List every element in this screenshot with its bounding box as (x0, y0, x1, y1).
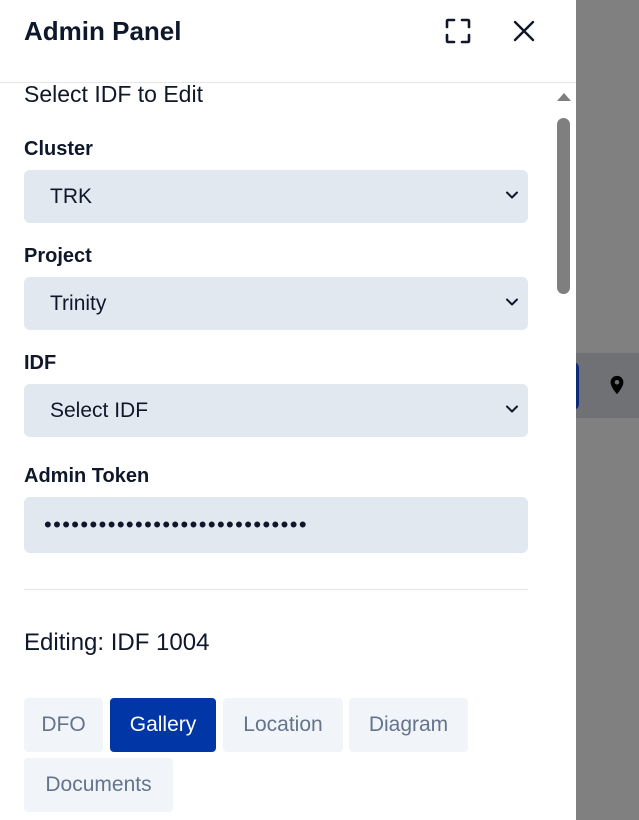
admin-token-value: ••••••••••••••••••••••••••••• (44, 512, 308, 537)
fullscreen-button[interactable] (441, 14, 475, 48)
panel-content: Select IDF to Edit Cluster TRK Project T… (0, 81, 552, 820)
tab-diagram[interactable]: Diagram (349, 698, 468, 752)
cluster-select[interactable]: TRK (24, 170, 528, 223)
chevron-down-icon (506, 298, 518, 306)
map-pin-icon (610, 375, 624, 395)
chevron-down-icon (506, 191, 518, 199)
editing-title: Editing: IDF 1004 (24, 629, 210, 656)
idf-label: IDF (24, 352, 57, 374)
idf-select[interactable]: Select IDF (24, 384, 528, 437)
close-icon (513, 20, 535, 42)
admin-panel: Admin Panel Select IDF to Edit Cluster T… (0, 0, 576, 820)
cluster-select-value: TRK (50, 184, 92, 208)
cluster-label: Cluster (24, 138, 93, 160)
admin-token-input[interactable]: ••••••••••••••••••••••••••••• (24, 497, 528, 553)
project-select[interactable]: Trinity (24, 277, 528, 330)
section-divider (24, 589, 528, 590)
close-button[interactable] (507, 14, 541, 48)
select-section-title: Select IDF to Edit (24, 81, 203, 107)
project-label: Project (24, 245, 92, 267)
tab-gallery[interactable]: Gallery (110, 698, 216, 752)
tab-documents[interactable]: Documents (24, 758, 173, 812)
admin-token-label: Admin Token (24, 465, 150, 487)
tab-dfo[interactable]: DFO (24, 698, 103, 752)
scroll-up-arrow-icon[interactable] (556, 90, 572, 102)
fullscreen-icon (445, 18, 471, 44)
idf-select-value: Select IDF (50, 398, 149, 422)
panel-title: Admin Panel (24, 16, 182, 46)
project-select-value: Trinity (50, 291, 107, 315)
panel-header: Admin Panel (0, 0, 576, 83)
chevron-down-icon (506, 405, 518, 413)
tab-location[interactable]: Location (223, 698, 343, 752)
scrollbar-thumb[interactable] (557, 118, 570, 294)
